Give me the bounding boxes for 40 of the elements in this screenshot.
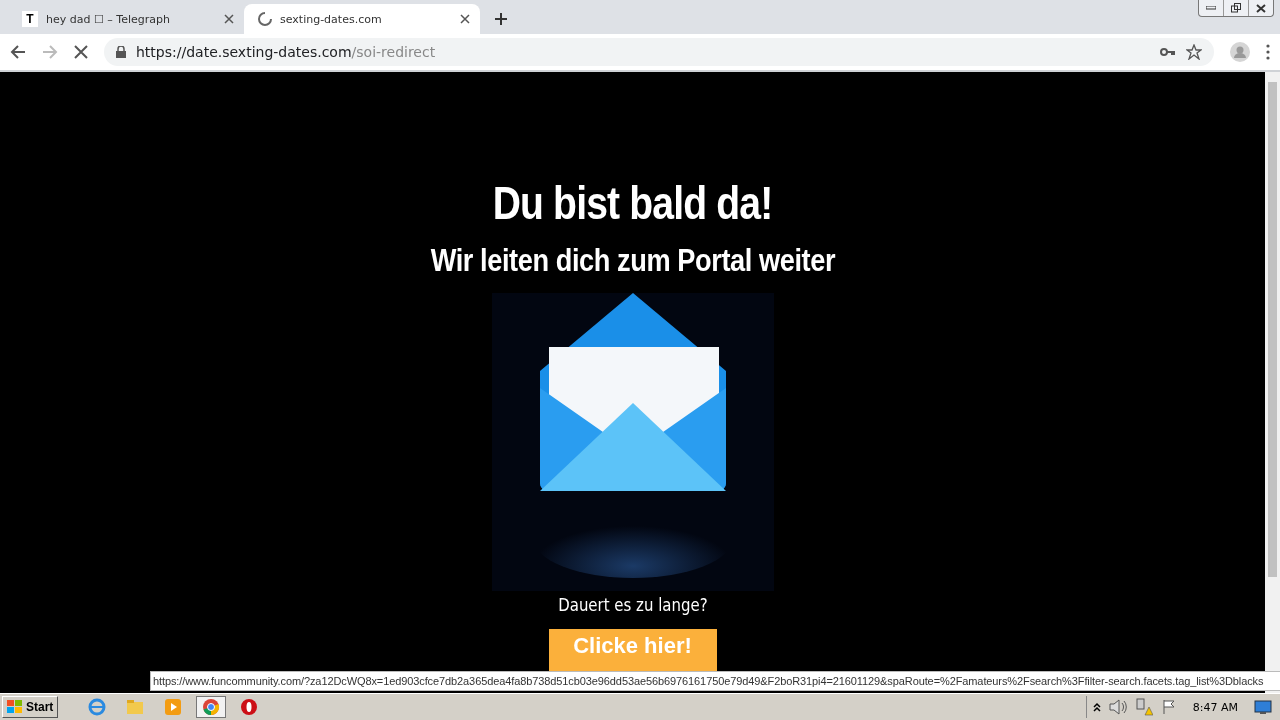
loading-spinner-icon (258, 12, 272, 26)
url-text: https://date.sexting-dates.com/soi-redirect (136, 44, 437, 60)
chrome-icon (202, 698, 221, 716)
close-icon (1256, 3, 1266, 13)
close-icon[interactable] (224, 14, 234, 24)
prompt-text: Dauert es zu lange? (557, 595, 708, 615)
minimize-icon (1206, 6, 1216, 10)
windows-logo-icon (7, 700, 23, 714)
restore-icon (1231, 3, 1241, 13)
media-player-icon (164, 698, 183, 716)
ie-icon (88, 698, 107, 716)
folder-icon (126, 699, 145, 715)
status-url-tooltip: https://www.funcommunity.com/?za12DcWQ8x=1ed903cfce7db2a365dea4fa8b738d51cb03e96dd53ae56b6976161750e79d49&F2boR31pi4=21601129&spaRoute=%2Famateurs%2Fsearch%3Ffilter-search.facets.tag_list%3Dblacks (150, 671, 1280, 691)
page-subheading: Wir leiten dich zum Portal weiter (430, 242, 835, 279)
page-heading: Du bist bald da! (492, 176, 773, 230)
star-icon[interactable] (1186, 44, 1202, 60)
lock-icon (116, 46, 126, 58)
tab-title: sexting-dates.com (280, 12, 383, 26)
new-tab-icon[interactable] (494, 12, 508, 26)
flag-icon[interactable] (1160, 699, 1177, 715)
taskbar-app[interactable] (196, 696, 227, 718)
back-icon[interactable] (10, 44, 26, 60)
scrollbar-thumb[interactable] (1268, 82, 1277, 577)
favicon: T (22, 11, 38, 27)
tab-title: hey dad ☐ – Telegraph (46, 12, 171, 26)
chevron-up-icon[interactable] (1092, 702, 1101, 712)
close-icon[interactable] (460, 14, 470, 24)
scrollbar[interactable] (1265, 72, 1280, 693)
show-desktop-icon[interactable] (1254, 699, 1272, 715)
address-bar[interactable]: https://date.sexting-dates.com/soi-redirect (104, 38, 1214, 66)
clock: 8:47 AM (1192, 700, 1238, 714)
browser-tab[interactable]: T hey dad ☐ – Telegraph (8, 4, 244, 34)
menu-icon[interactable] (1266, 44, 1270, 60)
avatar-icon[interactable] (1230, 42, 1250, 62)
opera-icon (240, 698, 259, 716)
browser-tab[interactable]: sexting-dates.com (244, 4, 480, 34)
stop-icon[interactable] (74, 45, 88, 59)
key-icon[interactable] (1160, 47, 1176, 57)
speaker-icon[interactable] (1108, 699, 1127, 715)
start-button[interactable]: Start (2, 696, 59, 718)
